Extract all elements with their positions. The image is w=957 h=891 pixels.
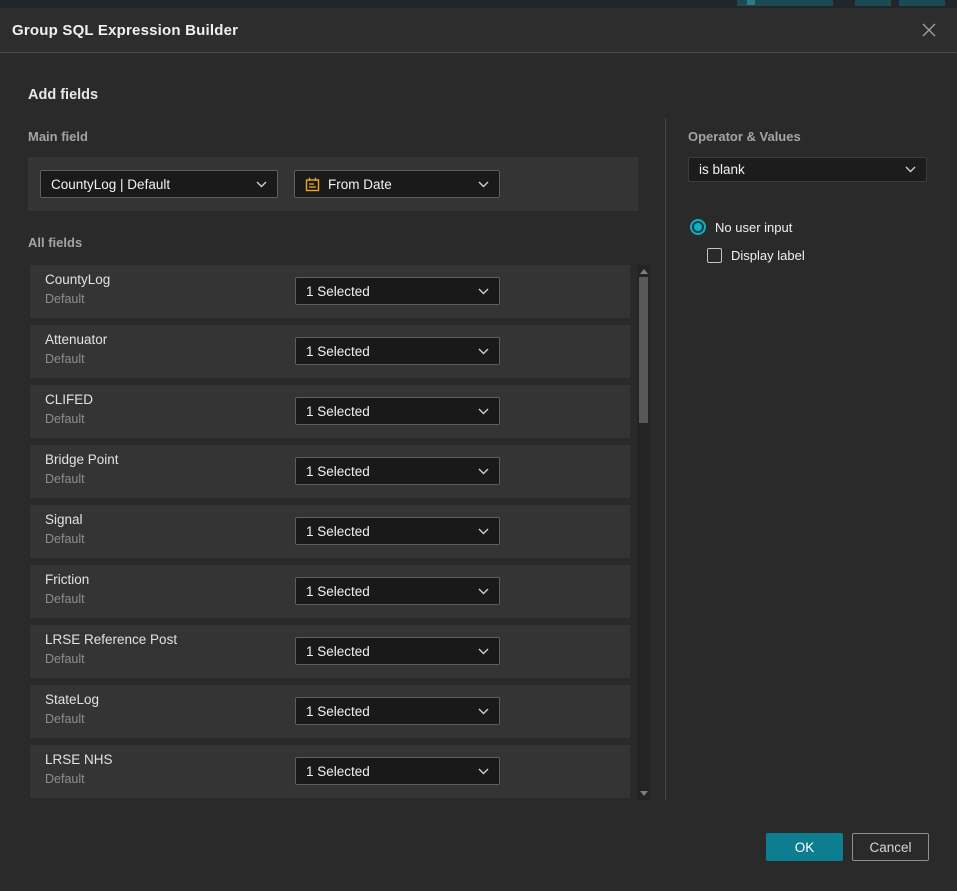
chevron-down-icon (478, 768, 489, 775)
scrollbar-thumb[interactable] (639, 277, 648, 423)
chevron-down-icon (478, 348, 489, 355)
display-label-checkbox[interactable]: Display label (707, 248, 805, 263)
field-row: Bridge Point Default 1 Selected (30, 445, 630, 498)
field-name: Attenuator (45, 332, 107, 347)
field-selected-dropdown[interactable]: 1 Selected (295, 337, 500, 365)
field-selected-value: 1 Selected (306, 584, 470, 599)
operator-value: is blank (699, 162, 897, 177)
all-fields-list: CountyLog Default 1 Selected Attenuator … (30, 265, 630, 798)
field-alias: Default (45, 412, 85, 426)
field-selected-dropdown[interactable]: 1 Selected (295, 517, 500, 545)
display-label-label: Display label (731, 248, 805, 263)
field-name: CountyLog (45, 272, 110, 287)
field-alias: Default (45, 772, 85, 786)
field-alias: Default (45, 292, 85, 306)
field-row: CLIFED Default 1 Selected (30, 385, 630, 438)
field-selected-value: 1 Selected (306, 284, 470, 299)
chevron-down-icon (478, 648, 489, 655)
cancel-button[interactable]: Cancel (852, 833, 929, 861)
field-selected-value: 1 Selected (306, 764, 470, 779)
no-user-input-label: No user input (715, 220, 792, 235)
field-alias: Default (45, 352, 85, 366)
chevron-down-icon (256, 181, 267, 188)
field-row: Friction Default 1 Selected (30, 565, 630, 618)
field-name: LRSE Reference Post (45, 632, 177, 647)
main-field-source-value: CountyLog | Default (51, 177, 248, 192)
dialog-titlebar: Group SQL Expression Builder (0, 8, 957, 53)
field-selected-dropdown[interactable]: 1 Selected (295, 277, 500, 305)
field-name: CLIFED (45, 392, 93, 407)
chevron-down-icon (478, 588, 489, 595)
chevron-down-icon (478, 288, 489, 295)
chevron-down-icon (478, 528, 489, 535)
close-icon[interactable] (909, 10, 949, 50)
field-selected-dropdown[interactable]: 1 Selected (295, 697, 500, 725)
chevron-down-icon (905, 166, 916, 173)
field-selected-dropdown[interactable]: 1 Selected (295, 397, 500, 425)
field-name: Bridge Point (45, 452, 119, 467)
background-fragment (899, 0, 945, 6)
list-scrollbar[interactable] (637, 265, 650, 800)
chevron-down-icon (478, 181, 489, 188)
main-field-source-dropdown[interactable]: CountyLog | Default (40, 170, 278, 198)
calendar-icon (305, 177, 320, 192)
main-field-field-value: From Date (328, 177, 470, 192)
main-field-panel: CountyLog | Default From Date (28, 157, 638, 211)
field-alias: Default (45, 712, 85, 726)
field-name: LRSE NHS (45, 752, 113, 767)
all-fields-label: All fields (28, 235, 82, 250)
field-selected-value: 1 Selected (306, 404, 470, 419)
field-name: Friction (45, 572, 89, 587)
ok-button[interactable]: OK (766, 833, 843, 861)
field-row: Signal Default 1 Selected (30, 505, 630, 558)
field-selected-dropdown[interactable]: 1 Selected (295, 577, 500, 605)
field-selected-dropdown[interactable]: 1 Selected (295, 637, 500, 665)
chevron-down-icon (478, 408, 489, 415)
background-app-strip (0, 0, 957, 8)
field-selected-value: 1 Selected (306, 344, 470, 359)
field-row: CountyLog Default 1 Selected (30, 265, 630, 318)
field-selected-dropdown[interactable]: 1 Selected (295, 757, 500, 785)
field-alias: Default (45, 532, 85, 546)
field-selected-value: 1 Selected (306, 464, 470, 479)
dialog-title: Group SQL Expression Builder (12, 22, 238, 39)
field-row: StateLog Default 1 Selected (30, 685, 630, 738)
add-fields-heading: Add fields (28, 87, 98, 103)
operator-values-heading: Operator & Values (688, 129, 801, 144)
operator-dropdown[interactable]: is blank (688, 157, 927, 182)
field-name: Signal (45, 512, 83, 527)
field-selected-value: 1 Selected (306, 704, 470, 719)
main-field-label: Main field (28, 129, 88, 144)
field-selected-value: 1 Selected (306, 644, 470, 659)
background-fragment (855, 0, 891, 6)
field-row: LRSE Reference Post Default 1 Selected (30, 625, 630, 678)
field-alias: Default (45, 472, 85, 486)
field-alias: Default (45, 652, 85, 666)
background-fragment (747, 0, 755, 5)
field-name: StateLog (45, 692, 99, 707)
no-user-input-radio[interactable]: No user input (690, 219, 792, 235)
main-field-field-dropdown[interactable]: From Date (294, 170, 500, 198)
radio-selected-icon (690, 219, 706, 235)
field-selected-value: 1 Selected (306, 524, 470, 539)
field-row: Attenuator Default 1 Selected (30, 325, 630, 378)
field-row: LRSE NHS Default 1 Selected (30, 745, 630, 798)
chevron-down-icon (478, 708, 489, 715)
checkbox-unchecked-icon (707, 248, 722, 263)
field-alias: Default (45, 592, 85, 606)
panel-divider (665, 118, 666, 800)
chevron-down-icon (478, 468, 489, 475)
scroll-down-icon[interactable] (640, 791, 648, 796)
field-selected-dropdown[interactable]: 1 Selected (295, 457, 500, 485)
scroll-up-icon[interactable] (640, 269, 648, 274)
group-sql-expression-builder-dialog: Group SQL Expression Builder Add fields … (0, 0, 957, 891)
